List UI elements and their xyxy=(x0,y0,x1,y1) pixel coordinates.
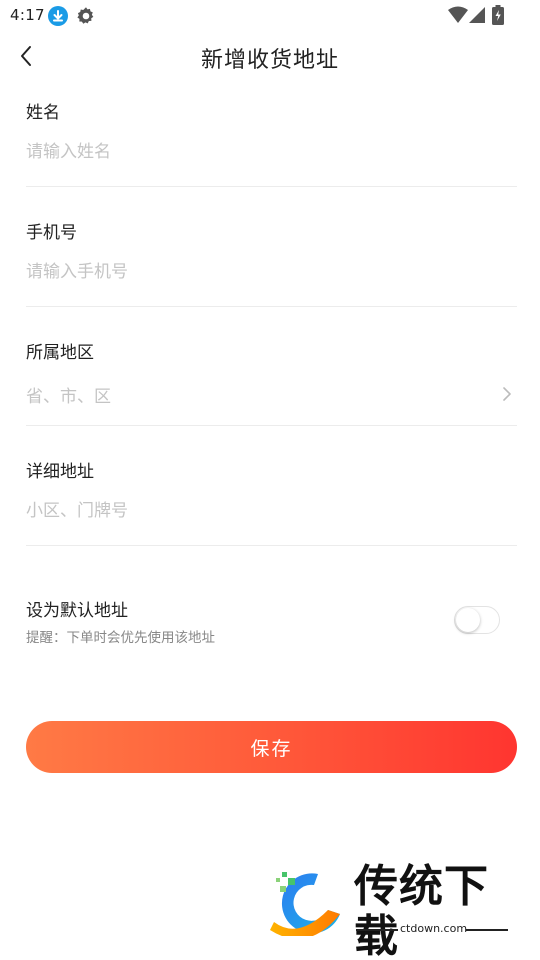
default-address-toggle[interactable] xyxy=(454,606,500,634)
page-title: 新增收货地址 xyxy=(200,48,339,73)
phone-input[interactable] xyxy=(26,258,496,286)
watermark-domain: ctdown.com xyxy=(400,922,468,935)
name-input[interactable] xyxy=(26,138,496,166)
default-address-row: 设为默认地址 提醒：下单时会优先使用该地址 xyxy=(26,590,517,650)
watermark: 传统下载 ctdown.com xyxy=(266,860,516,960)
download-icon xyxy=(48,6,68,26)
name-section: 姓名 xyxy=(26,84,517,187)
watermark-rule-right xyxy=(466,929,508,931)
wifi-icon xyxy=(447,6,469,24)
region-placeholder: 省、市、区 xyxy=(26,387,111,407)
nav-bar: 新增收货地址 xyxy=(0,32,540,84)
gear-icon xyxy=(75,5,97,27)
watermark-title: 传统下载 xyxy=(354,861,489,960)
save-button[interactable]: 保存 xyxy=(26,721,517,773)
region-label: 所属地区 xyxy=(26,343,94,363)
detail-section: 详细地址 xyxy=(26,443,517,546)
phone-section: 手机号 xyxy=(26,204,517,307)
region-selector[interactable]: 所属地区 省、市、区 xyxy=(26,324,517,426)
add-address-screen: 4:17 新增收货地址 姓名 请输入姓名 手机号 请输入手机号 所属地区 省、市… xyxy=(0,0,540,960)
battery-icon xyxy=(492,5,504,25)
chevron-right-icon xyxy=(501,386,513,402)
detail-label: 详细地址 xyxy=(26,462,94,482)
status-time: 4:17 xyxy=(10,6,45,24)
signal-icon xyxy=(468,6,486,24)
default-address-label: 设为默认地址 xyxy=(26,601,128,621)
status-bar: 4:17 xyxy=(0,0,540,32)
watermark-rule-left xyxy=(356,929,398,931)
default-address-hint: 提醒：下单时会优先使用该地址 xyxy=(26,630,215,646)
detail-address-input[interactable] xyxy=(26,497,496,525)
ctdown-logo-icon xyxy=(268,864,346,939)
phone-label: 手机号 xyxy=(26,223,77,243)
toggle-knob xyxy=(456,608,480,632)
name-label: 姓名 xyxy=(26,103,60,123)
